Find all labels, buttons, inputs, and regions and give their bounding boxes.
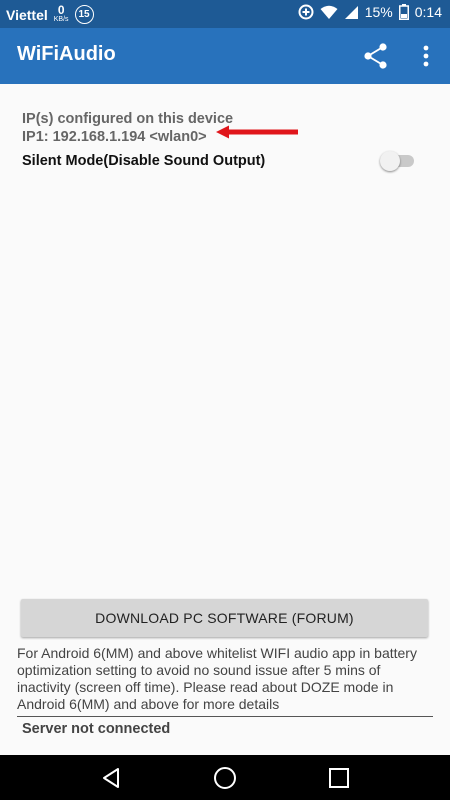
status-right: 15% 0:14 [298, 4, 442, 20]
download-pc-software-button[interactable]: DOWNLOAD PC SOFTWARE (FORUM) [21, 599, 428, 637]
divider [17, 716, 433, 717]
recents-icon [329, 768, 349, 788]
doze-note: For Android 6(MM) and above whitelist WI… [17, 645, 417, 712]
notification-count-badge: 15 [74, 5, 94, 24]
app-title: WiFiAudio [17, 43, 116, 65]
more-vert-icon [423, 45, 429, 67]
data-speed: 0 KB/s [53, 2, 69, 24]
battery-icon [398, 4, 409, 20]
home-button[interactable] [213, 766, 237, 790]
battery-percent: 15% [364, 4, 393, 20]
silent-mode-switch[interactable] [380, 150, 416, 172]
recents-button[interactable] [327, 766, 351, 790]
data-speed-unit: KB/s [53, 15, 69, 23]
wifi-icon [320, 5, 338, 19]
navigation-bar [0, 755, 450, 800]
status-bar: Viettel 0 KB/s 15 15% 0:14 [0, 0, 450, 28]
silent-mode-label: Silent Mode(Disable Sound Output) [22, 153, 266, 169]
back-icon [103, 768, 119, 788]
app-bar: WiFiAudio [0, 28, 450, 84]
carrier-name: Viettel [6, 6, 48, 23]
data-speed-value: 0 [57, 2, 65, 17]
red-arrow-annotation [216, 125, 298, 139]
share-button[interactable] [362, 42, 390, 70]
signal-icon [344, 5, 358, 19]
status-left: Viettel 0 KB/s 15 [6, 2, 94, 24]
share-icon [364, 43, 387, 69]
switch-thumb [380, 151, 400, 171]
overflow-menu-button[interactable] [416, 42, 436, 70]
back-button[interactable] [99, 766, 123, 790]
silent-mode-row: Silent Mode(Disable Sound Output) [22, 150, 432, 172]
clock: 0:14 [414, 4, 442, 20]
data-saver-icon [298, 4, 314, 20]
server-status: Server not connected [22, 721, 171, 737]
home-icon [214, 767, 236, 789]
